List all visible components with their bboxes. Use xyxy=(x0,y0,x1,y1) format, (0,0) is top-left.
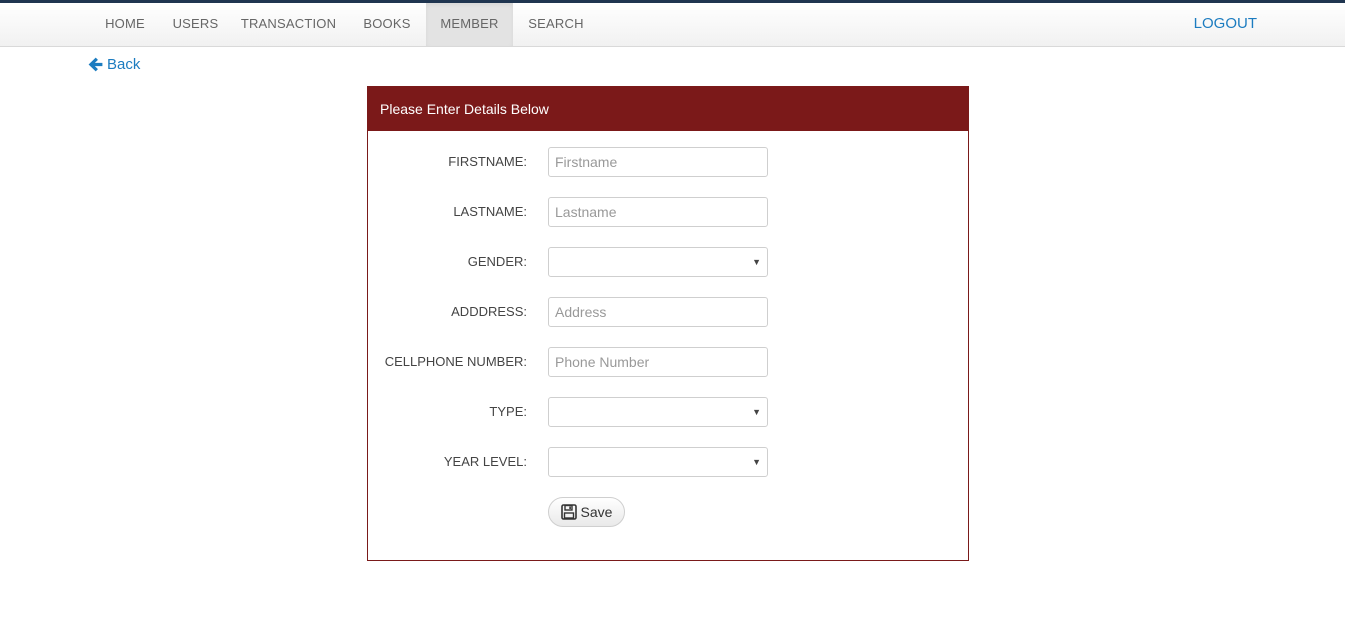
year-level-select[interactable]: ▼ xyxy=(548,447,768,477)
back-link[interactable]: Back xyxy=(87,56,140,73)
address-input[interactable] xyxy=(548,297,768,327)
caret-down-icon: ▼ xyxy=(752,407,761,417)
nav-books[interactable]: BOOKS xyxy=(348,3,426,46)
lastname-input[interactable] xyxy=(548,197,768,227)
type-label: TYPE: xyxy=(489,404,527,419)
top-navbar: HOME USERS TRANSACTION BOOKS MEMBER SEAR… xyxy=(0,3,1345,47)
year-level-label: YEAR LEVEL: xyxy=(443,454,527,469)
gender-select[interactable]: ▼ xyxy=(548,247,768,277)
gender-label: GENDER: xyxy=(467,254,527,269)
panel-title: Please Enter Details Below xyxy=(368,87,968,131)
arrow-left-icon xyxy=(87,56,104,73)
save-button[interactable]: Save xyxy=(548,497,625,527)
caret-down-icon: ▼ xyxy=(752,257,761,267)
nav-transaction[interactable]: TRANSACTION xyxy=(229,3,348,46)
gender-row: GENDER: ▼ xyxy=(368,247,968,277)
caret-down-icon: ▼ xyxy=(752,457,761,467)
logout-link[interactable]: LOGOUT xyxy=(1194,3,1257,46)
year-level-row: YEAR LEVEL: ▼ xyxy=(368,447,968,477)
firstname-row: FIRSTNAME: xyxy=(368,147,968,177)
address-label: ADDDRESS: xyxy=(451,304,527,319)
back-label: Back xyxy=(107,56,141,73)
save-label: Save xyxy=(580,504,613,520)
nav-users[interactable]: USERS xyxy=(162,3,229,46)
nav-search[interactable]: SEARCH xyxy=(513,3,599,46)
floppy-disk-icon xyxy=(560,504,577,520)
member-form-panel: Please Enter Details Below FIRSTNAME: LA… xyxy=(367,86,969,561)
cellphone-row: CELLPHONE NUMBER: xyxy=(368,347,968,377)
nav-home[interactable]: HOME xyxy=(88,3,162,46)
lastname-label: LASTNAME: xyxy=(453,204,527,219)
lastname-row: LASTNAME: xyxy=(368,197,968,227)
type-select[interactable]: ▼ xyxy=(548,397,768,427)
address-row: ADDDRESS: xyxy=(368,297,968,327)
firstname-input[interactable] xyxy=(548,147,768,177)
cellphone-label: CELLPHONE NUMBER: xyxy=(384,354,527,369)
nav-member[interactable]: MEMBER xyxy=(426,3,513,46)
firstname-label: FIRSTNAME: xyxy=(448,154,527,169)
type-row: TYPE: ▼ xyxy=(368,397,968,427)
cellphone-input[interactable] xyxy=(548,347,768,377)
